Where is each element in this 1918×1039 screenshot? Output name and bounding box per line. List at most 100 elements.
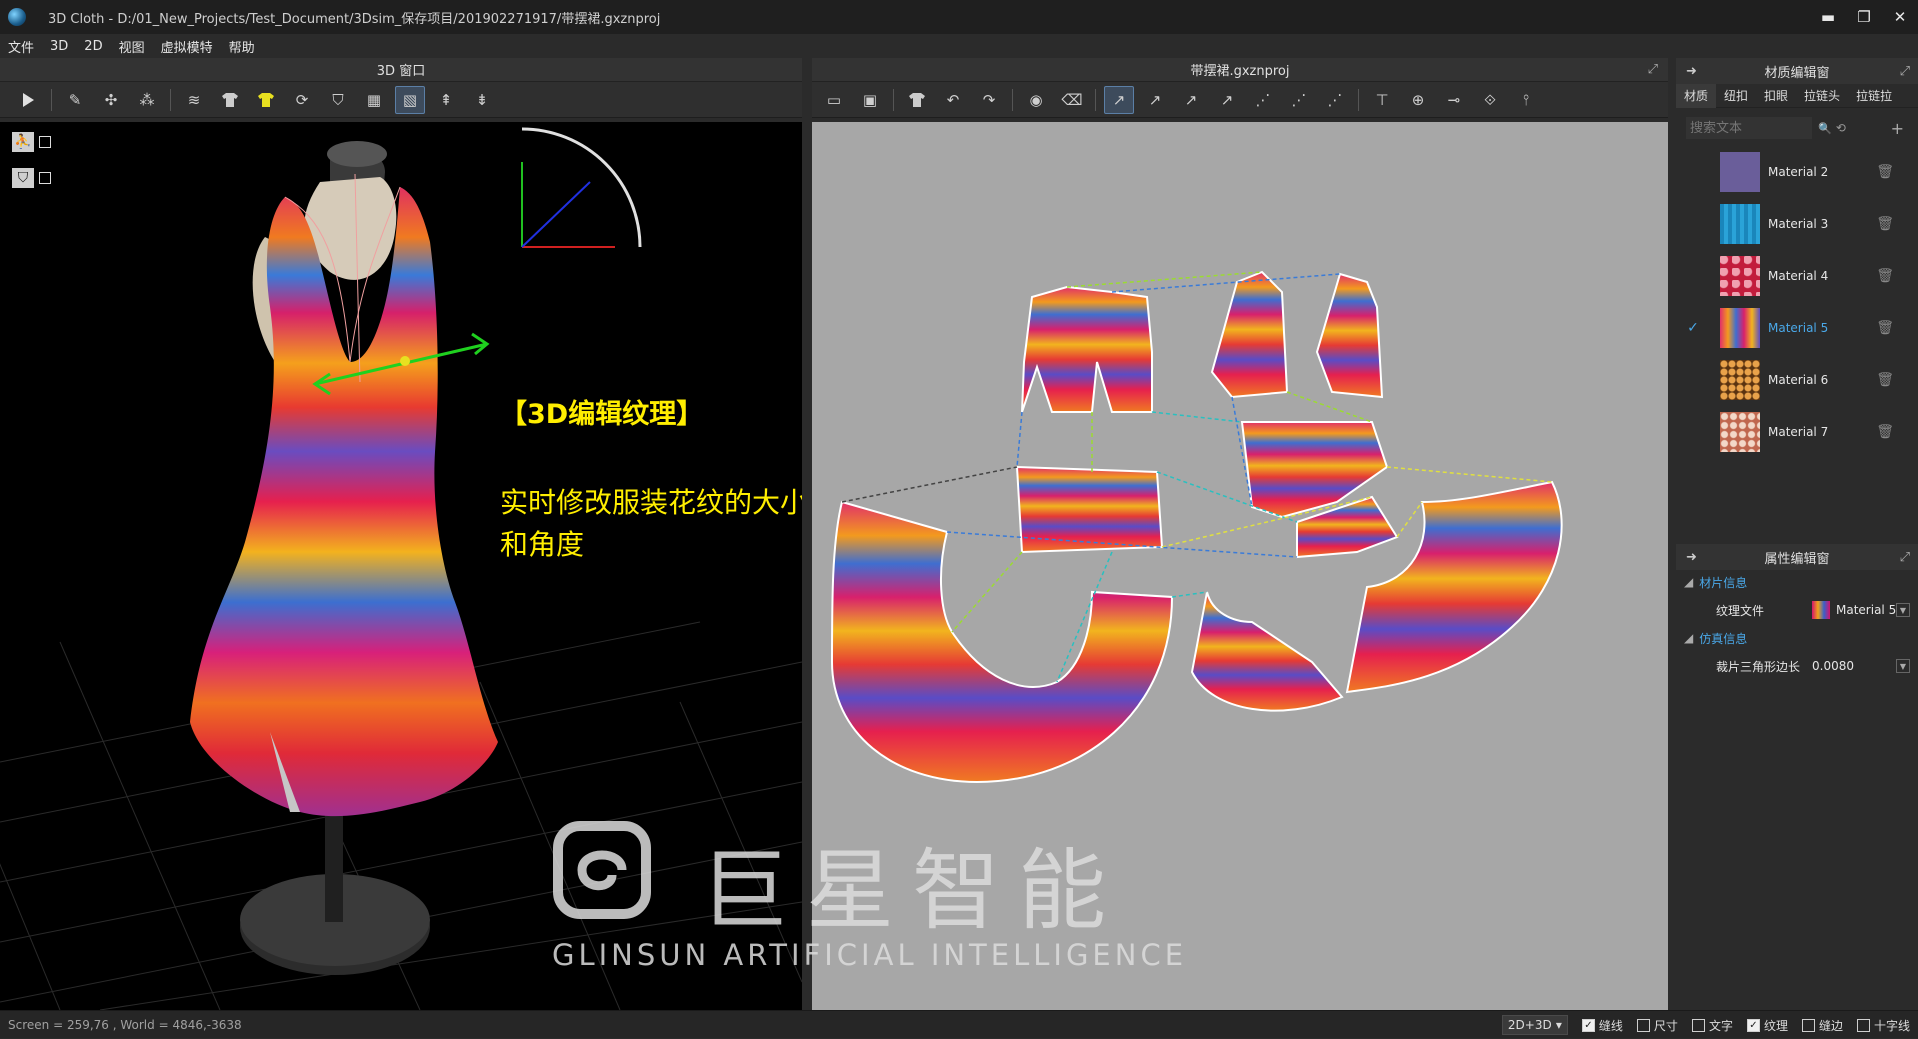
pattern-piece-bodice-front[interactable] bbox=[1021, 285, 1153, 413]
list-item[interactable]: Material 6 🗑 bbox=[1676, 354, 1918, 406]
scatter-points-icon[interactable]: ⁂ bbox=[132, 86, 162, 114]
close-button[interactable]: ✕ bbox=[1882, 0, 1918, 34]
figure-toggle[interactable] bbox=[39, 136, 51, 148]
tab-zipper-head[interactable]: 拉链头 bbox=[1796, 87, 1848, 104]
checkbox-texture[interactable]: ✓ bbox=[1746, 1018, 1760, 1032]
wind-icon[interactable]: ≋ bbox=[179, 86, 209, 114]
mode-select[interactable]: 2D+3D ▾ bbox=[1501, 1015, 1568, 1035]
checkbox-label: 文字 bbox=[1708, 1018, 1733, 1033]
checkbox-label: 尺寸 bbox=[1653, 1018, 1678, 1033]
pin-icon[interactable]: ⇞ bbox=[431, 86, 461, 114]
material-tabs: 材质 纽扣 扣眼 拉链头 拉链拉 bbox=[1676, 83, 1918, 108]
side-tool-garment[interactable]: ⛉ bbox=[12, 168, 51, 188]
menu-avatar[interactable]: 虚拟模特 bbox=[153, 37, 221, 56]
pattern-piece-skirt-middle[interactable] bbox=[1190, 591, 1344, 712]
checkbox-seam-allowance[interactable] bbox=[1801, 1018, 1815, 1032]
side-tool-figure[interactable]: ⛹ bbox=[12, 132, 51, 152]
curve-point-icon[interactable]: ↗ bbox=[1176, 86, 1206, 114]
trash-icon[interactable]: 🗑 bbox=[1876, 320, 1894, 336]
garment-toggle[interactable] bbox=[39, 172, 51, 184]
collapse-arrow-icon[interactable]: ➜ bbox=[1686, 64, 1697, 79]
trash-icon[interactable]: 🗑 bbox=[1876, 424, 1894, 440]
symmetry-icon[interactable]: ⟐ bbox=[1475, 86, 1505, 114]
prop-group-piece[interactable]: ◢ 材片信息 bbox=[1676, 570, 1918, 594]
trash-icon[interactable]: 🗑 bbox=[1876, 216, 1894, 232]
tab-material[interactable]: 材质 bbox=[1676, 83, 1717, 108]
cup-icon[interactable]: ⛉ bbox=[323, 86, 353, 114]
grid-shirt-icon[interactable]: ▦ bbox=[359, 86, 389, 114]
popout-icon[interactable]: ⤢ bbox=[1900, 550, 1910, 565]
menu-help[interactable]: 帮助 bbox=[221, 37, 263, 56]
texture-icon[interactable]: ▧ bbox=[395, 85, 425, 114]
viewport-3d[interactable]: ⛹ ⛉ 【3D编辑纹理】 实时修改服装花纹的大小和角度 bbox=[0, 122, 802, 1010]
material-thumbnail bbox=[1720, 204, 1760, 244]
checkbox-text[interactable] bbox=[1691, 1018, 1705, 1032]
tab-zipper-pull[interactable]: 拉链拉 bbox=[1848, 87, 1900, 104]
popout-icon[interactable]: ⤢ bbox=[1648, 62, 1658, 77]
chevron-down-icon[interactable]: ▼ bbox=[1896, 603, 1910, 617]
prop-value[interactable]: 0.0080 bbox=[1812, 659, 1854, 673]
play-icon[interactable] bbox=[13, 86, 43, 114]
restore-button[interactable]: ❐ bbox=[1846, 0, 1882, 34]
checkbox-crosshair[interactable] bbox=[1856, 1018, 1870, 1032]
trash-icon[interactable]: 🗑 bbox=[1876, 268, 1894, 284]
search-icon[interactable]: 🔍 bbox=[1818, 122, 1832, 135]
shirt-yellow-icon[interactable] bbox=[251, 86, 281, 114]
seam-icon[interactable]: ⋰ bbox=[1248, 86, 1278, 114]
mode-value: 2D+3D bbox=[1507, 1018, 1552, 1032]
camera-icon[interactable]: ◉ bbox=[1021, 86, 1051, 114]
popout-icon[interactable]: ⤢ bbox=[1900, 64, 1910, 79]
prop-row-texture-file: 纹理文件 Material 5 ▼ bbox=[1676, 594, 1918, 626]
pattern-piece-bodice-side-right[interactable] bbox=[1315, 272, 1384, 399]
trash-icon[interactable]: 🗑 bbox=[1876, 372, 1894, 388]
pin-icon[interactable]: ⫯ bbox=[1511, 86, 1541, 114]
trash-icon[interactable]: ⌫ bbox=[1057, 86, 1087, 114]
undo-icon[interactable]: ↶ bbox=[938, 86, 968, 114]
add-icon[interactable]: + bbox=[1891, 119, 1904, 138]
prop-group-simulation[interactable]: ◢ 仿真信息 bbox=[1676, 626, 1918, 650]
material-label: Material 3 bbox=[1768, 217, 1829, 231]
seam-free-icon[interactable]: ⋰ bbox=[1284, 86, 1314, 114]
add-point-icon[interactable]: ↗ bbox=[1140, 86, 1170, 114]
list-item[interactable]: Material 7 🗑 bbox=[1676, 406, 1918, 458]
pencil-icon[interactable]: ✎ bbox=[60, 86, 90, 114]
checkbox-seam[interactable]: ✓ bbox=[1581, 1018, 1595, 1032]
folder-icon[interactable]: ▭ bbox=[819, 86, 849, 114]
crosshair-icon[interactable]: ⊕ bbox=[1403, 86, 1433, 114]
split-icon[interactable]: ↗ bbox=[1212, 86, 1242, 114]
tab-button[interactable]: 纽扣 bbox=[1716, 87, 1756, 104]
pattern-piece-bodice-side-left[interactable] bbox=[1210, 270, 1289, 399]
refresh-icon[interactable]: ⟳ bbox=[287, 86, 317, 114]
save-icon[interactable]: ▣ bbox=[855, 86, 885, 114]
chevron-down-icon[interactable]: ▼ bbox=[1896, 659, 1910, 673]
edit-point-icon[interactable]: ↗ bbox=[1104, 85, 1134, 114]
prop-value[interactable]: Material 5 bbox=[1812, 601, 1896, 619]
dress-3d[interactable] bbox=[190, 187, 498, 817]
menu-view[interactable]: 视图 bbox=[111, 37, 153, 56]
redo-icon[interactable]: ↷ bbox=[974, 86, 1004, 114]
collapse-arrow-icon[interactable]: ➜ bbox=[1686, 550, 1697, 565]
line-icon[interactable]: ⊸ bbox=[1439, 86, 1469, 114]
search-input[interactable] bbox=[1686, 117, 1812, 139]
move-points-icon[interactable]: ✣ bbox=[96, 86, 126, 114]
trash-icon[interactable]: 🗑 bbox=[1876, 164, 1894, 180]
list-item[interactable]: ✓ Material 5 🗑 bbox=[1676, 302, 1918, 354]
list-item[interactable]: Material 2 🗑 bbox=[1676, 146, 1918, 198]
menu-2d[interactable]: 2D bbox=[76, 39, 110, 54]
checkbox-size[interactable] bbox=[1636, 1018, 1650, 1032]
menu-3d[interactable]: 3D bbox=[42, 39, 76, 54]
list-item[interactable]: Material 4 🗑 bbox=[1676, 250, 1918, 302]
minimize-button[interactable]: ▬ bbox=[1810, 0, 1846, 34]
shirt-icon[interactable] bbox=[215, 86, 245, 114]
align-icon[interactable]: ⊤ bbox=[1367, 86, 1397, 114]
overlay-description: 实时修改服装花纹的大小和角度 bbox=[500, 486, 802, 561]
reset-icon[interactable]: ⟲ bbox=[1836, 121, 1846, 135]
tab-buttonhole[interactable]: 扣眼 bbox=[1756, 87, 1796, 104]
pin-stack-icon[interactable]: ⇟ bbox=[467, 86, 497, 114]
menu-file[interactable]: 文件 bbox=[0, 37, 42, 56]
shirt-icon[interactable] bbox=[902, 86, 932, 114]
window-controls: ▬ ❐ ✕ bbox=[1810, 0, 1918, 34]
toolbar-3d: ✎ ✣ ⁂ ≋ ⟳ ⛉ ▦ ▧ ⇞ ⇟ bbox=[0, 82, 802, 118]
list-item[interactable]: Material 3 🗑 bbox=[1676, 198, 1918, 250]
seam-check-icon[interactable]: ⋰ bbox=[1320, 86, 1350, 114]
